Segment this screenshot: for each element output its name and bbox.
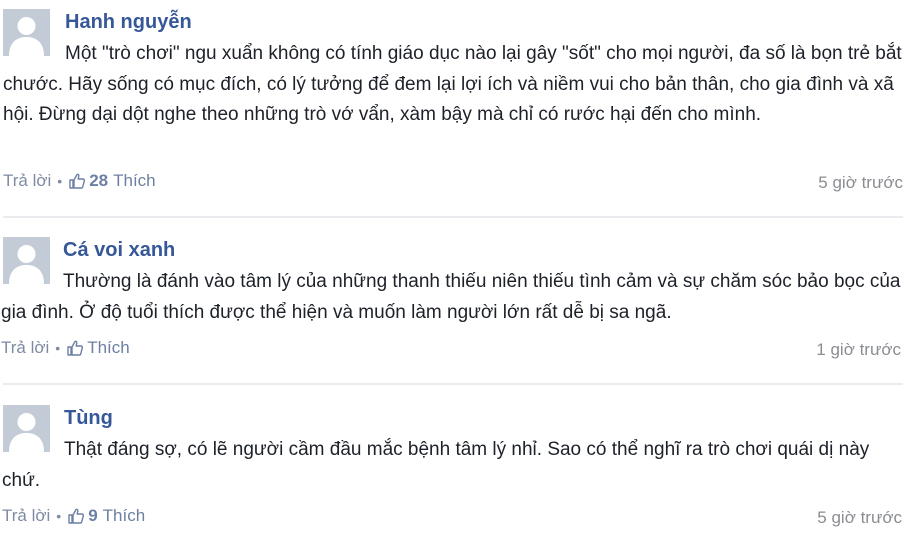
thumbs-up-icon [68, 508, 85, 524]
comment-author[interactable]: Tùng [64, 407, 113, 430]
comment-timestamp: 5 giờ trước [817, 508, 902, 527]
like-button[interactable]: 9 Thích [67, 506, 145, 526]
like-count: 9 [88, 506, 98, 525]
comment: Tùng Thật đáng sợ, có lẽ người cầm đầu m… [0, 0, 906, 551]
comment-text: Thật đáng sợ, có lẽ người cầm đầu mắc bệ… [2, 439, 870, 491]
reply-link[interactable]: Trả lời [2, 506, 50, 526]
comment-actions: Trả lời • 9 Thích [2, 506, 145, 526]
separator-dot: • [56, 508, 62, 524]
like-label: Thích [102, 506, 146, 525]
